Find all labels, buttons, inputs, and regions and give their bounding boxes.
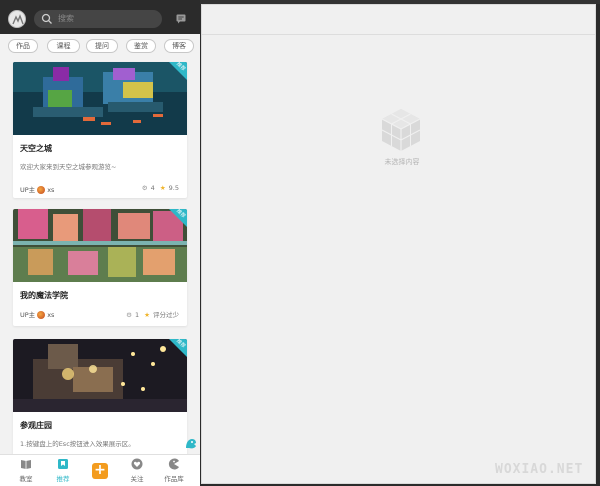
plus-icon: + — [94, 462, 106, 478]
app-window: 搜索 作品 课程 提问 鉴赏 博客 推荐 天空之城 欢迎大家来到天空之城参观游览… — [0, 0, 600, 486]
tag-courses[interactable]: 课程 — [47, 39, 80, 53]
nav-label: 关注 — [130, 475, 144, 483]
work-title: 参观庄园 — [20, 421, 52, 430]
nav-label: 推荐 — [56, 475, 70, 483]
uploader-name: xs — [47, 311, 55, 319]
nav-classroom[interactable]: 教室 — [8, 458, 44, 486]
uploader-avatar — [37, 311, 46, 319]
content-panel: 未选择内容 — [201, 4, 596, 484]
search-placeholder: 搜索 — [58, 14, 74, 23]
empty-state-text: 未选择内容 — [384, 158, 420, 166]
comment-count: 4 — [150, 184, 155, 192]
work-title: 我的魔法学院 — [20, 291, 68, 300]
work-thumbnail — [13, 209, 187, 282]
comment-count: 1 — [134, 311, 140, 319]
tag-works[interactable]: 作品 — [8, 39, 38, 53]
star-icon: ★ — [159, 184, 166, 192]
work-card[interactable]: 推荐 参观庄园 1.按键盘上的Esc按钮进入效果展示区。 — [13, 339, 187, 454]
message-icon[interactable] — [176, 14, 186, 24]
float-helper-icon[interactable] — [184, 436, 198, 450]
uploader-name: xs — [47, 186, 55, 194]
uploader-avatar — [37, 186, 46, 194]
rating-value: 评分过少 — [153, 311, 179, 319]
tag-blog[interactable]: 博客 — [164, 39, 194, 53]
cube-icon — [381, 109, 421, 151]
work-description: 欢迎大家来到天空之城参观游览~ — [20, 163, 117, 171]
avatar-icon[interactable] — [8, 10, 26, 28]
watermark: WOXIAO.NET — [495, 462, 584, 477]
nav-label: 教室 — [19, 475, 33, 483]
work-card[interactable]: 推荐 我的魔法学院 UP主 xs ⚙ 1 ★ 评分过少 — [13, 209, 187, 326]
tag-appreciation[interactable]: 鉴赏 — [126, 39, 156, 53]
recommend-feed: 推荐 天空之城 欢迎大家来到天空之城参观游览~ UP主xs ⚙4 ★9.5 — [0, 56, 200, 454]
bookmark-icon — [58, 459, 68, 469]
nav-recommend[interactable]: 推荐 — [45, 458, 81, 486]
work-card[interactable]: 推荐 天空之城 欢迎大家来到天空之城参观游览~ UP主 xs ⚙ 4 ★ 9.5 — [13, 62, 187, 198]
nav-follow[interactable]: 关注 — [119, 458, 155, 486]
top-header: 搜索 — [0, 0, 200, 34]
left-panel: 搜索 作品 课程 提问 鉴赏 博客 推荐 天空之城 欢迎大家来到天空之城参观游览… — [0, 0, 200, 486]
search-icon — [41, 13, 52, 24]
uploader: UP主 xs — [20, 184, 54, 194]
work-stats: ⚙ 4 ★ 9.5 — [139, 184, 179, 192]
work-thumbnail — [13, 62, 187, 135]
uploader-label: UP主 — [20, 186, 36, 194]
content-header — [202, 5, 595, 35]
work-description: 1.按键盘上的Esc按钮进入效果展示区。 — [20, 440, 135, 448]
add-work-button[interactable]: + — [92, 463, 108, 479]
search-input[interactable]: 搜索 — [34, 10, 162, 28]
comment-icon: ⚙ — [126, 311, 132, 319]
heart-icon — [131, 458, 143, 470]
nav-library[interactable]: 作品库 — [156, 458, 192, 486]
work-thumbnail — [13, 339, 187, 412]
bottom-nav: 教室 推荐 + 关注 作品库 — [0, 454, 200, 486]
star-icon: ★ — [144, 311, 150, 319]
rating-value: 9.5 — [168, 184, 179, 192]
work-stats: ⚙ 1 ★ 评分过少 — [123, 309, 179, 319]
nav-label: 作品库 — [164, 475, 184, 483]
comment-icon: ⚙ — [141, 184, 148, 192]
book-icon — [21, 460, 31, 469]
uploader-label: UP主 — [20, 311, 36, 319]
uploader: UP主 xs — [20, 309, 54, 319]
tag-bar: 作品 课程 提问 鉴赏 博客 — [0, 34, 200, 56]
pacman-icon — [168, 458, 179, 470]
tag-questions[interactable]: 提问 — [86, 39, 118, 53]
work-title: 天空之城 — [20, 144, 52, 153]
